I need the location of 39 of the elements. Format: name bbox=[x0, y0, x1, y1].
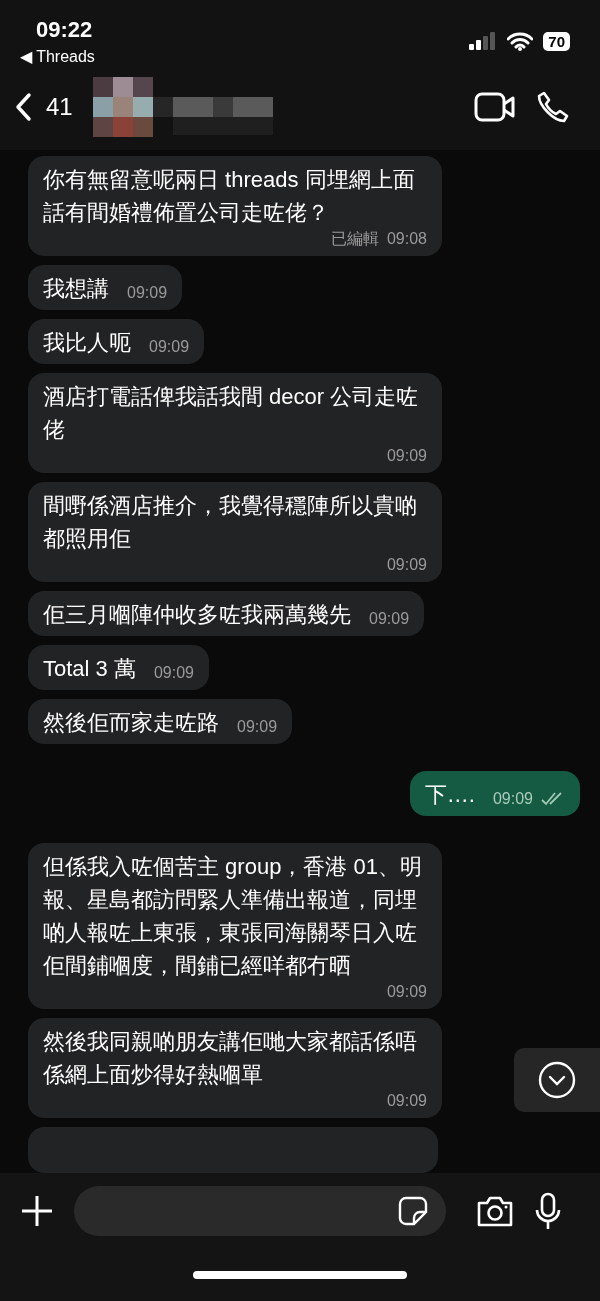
status-time: 09:22 bbox=[35, 16, 94, 43]
message-time: 09:09 bbox=[153, 663, 194, 683]
message-time: 09:09 bbox=[386, 446, 427, 466]
message-text: 間嘢係酒店推介，我覺得穩陣所以貴啲都照用佢 bbox=[43, 492, 418, 553]
edited-label: 已編輯 bbox=[330, 229, 379, 249]
sticker-icon[interactable] bbox=[398, 1196, 428, 1226]
signal-icon bbox=[469, 32, 498, 50]
battery-level: 70 bbox=[543, 31, 570, 51]
message-time: 09:09 bbox=[386, 555, 427, 575]
message-time: 09:09 bbox=[386, 1091, 427, 1111]
camera-icon[interactable] bbox=[476, 1195, 514, 1227]
message-text: 我比人呃 bbox=[43, 329, 131, 357]
message-input-field[interactable] bbox=[74, 1186, 446, 1236]
message-time: 09:09 bbox=[386, 982, 427, 1002]
message-text: Total 3 萬 bbox=[43, 655, 136, 683]
message-time: 09:09 bbox=[149, 337, 190, 357]
message-time: 09:09 bbox=[492, 789, 533, 809]
scroll-down-button[interactable] bbox=[514, 1048, 600, 1112]
message-time: 09:09 bbox=[237, 717, 278, 737]
chevron-down-icon bbox=[538, 1061, 576, 1099]
video-call-icon[interactable] bbox=[474, 92, 516, 122]
message-text: 佢三月嗰陣仲收多咗我兩萬幾先 bbox=[43, 601, 351, 629]
message-text: 酒店打電話俾我話我間 decor 公司走咗佬 bbox=[43, 383, 420, 444]
message-time: 09:09 bbox=[127, 283, 168, 303]
microphone-icon[interactable] bbox=[534, 1192, 562, 1230]
wifi-icon bbox=[507, 31, 534, 51]
message-text: 下…. bbox=[424, 781, 475, 809]
message-text: 但係我入咗個苦主 group，香港 01、明報、星島都訪問緊人準備出報道，同埋啲人報咗上東張，東張同海關琴日入咗佢間鋪嗰度，間鋪已經咩都冇晒 bbox=[43, 853, 423, 980]
back-to-app-link[interactable]: ◀ Threads bbox=[20, 46, 95, 66]
message-text: 然後我同親啲朋友講佢哋大家都話係唔係網上面炒得好熱嗰單 bbox=[43, 1028, 418, 1089]
message-text: 然後佢而家走咗路 bbox=[43, 709, 219, 737]
plus-icon[interactable] bbox=[20, 1194, 54, 1228]
message-time: 09:09 bbox=[369, 609, 410, 629]
back-button[interactable]: 41 bbox=[14, 92, 73, 122]
message-text: 我想講 bbox=[43, 275, 109, 303]
message-time: 09:08 bbox=[386, 229, 427, 249]
back-chevron-icon bbox=[14, 92, 32, 122]
message-text: 你有無留意呢兩日 threads 同埋網上面話有間婚禮佈置公司走咗佬？ bbox=[43, 166, 416, 227]
phone-call-icon[interactable] bbox=[536, 90, 570, 124]
